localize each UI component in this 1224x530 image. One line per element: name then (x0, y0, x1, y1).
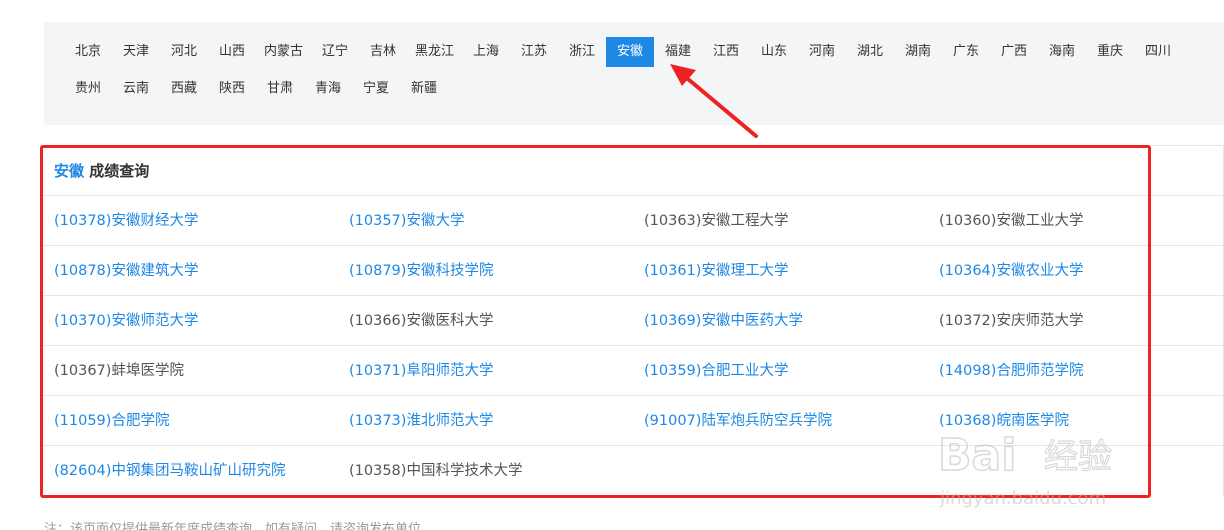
province-selector: 北京 天津 河北 山西 内蒙古 辽宁 吉林 黑龙江 上海 江苏 浙江 安徽 福建 江西 山东 河南 湖北 湖南 广东… (44, 22, 1224, 125)
university-link[interactable]: (82604)中钢集团马鞍山矿山研究院 (41, 446, 336, 496)
province-tab[interactable]: 广西 (990, 37, 1038, 67)
province-tab[interactable]: 黑龙江 (407, 37, 462, 67)
province-tab[interactable]: 天津 (112, 37, 160, 67)
university-link[interactable]: (10359)合肥工业大学 (631, 346, 926, 395)
province-tab[interactable]: 安徽 (606, 37, 655, 67)
university-link[interactable]: (10373)淮北师范大学 (336, 396, 631, 445)
province-tab[interactable]: 江苏 (510, 37, 558, 67)
university-name: (10367)蚌埠医学院 (54, 363, 184, 379)
table-row: (11059)合肥学院 (10373)淮北师范大学 (91007)陆军炮兵防空兵学院… (41, 396, 1223, 446)
province-tab[interactable]: 海南 (1038, 37, 1086, 67)
province-tab[interactable]: 广东 (942, 37, 990, 67)
selected-province-label: 安徽 (54, 162, 85, 180)
province-tab[interactable]: 浙江 (558, 37, 606, 67)
university-name: (10358)中国科学技术大学 (349, 463, 523, 479)
score-query-table: 安徽 成绩查询 (10378)安徽财经大学 (10357)安徽大学 (10363)安… (41, 145, 1224, 496)
province-tab[interactable]: 吉林 (359, 37, 407, 67)
university-link[interactable]: (10357)安徽大学 (336, 196, 631, 245)
university-link[interactable]: (14098)合肥师范学院 (926, 346, 1221, 395)
province-tab[interactable]: 上海 (462, 37, 510, 67)
province-tab[interactable]: 贵州 (64, 74, 112, 104)
university-link[interactable]: (10378)安徽财经大学 (41, 196, 336, 245)
province-tab[interactable]: 湖南 (894, 37, 942, 67)
province-tab[interactable]: 四川 (1134, 37, 1182, 67)
table-row: (10878)安徽建筑大学 (10879)安徽科技学院 (10361)安徽理工大学(… (41, 246, 1223, 296)
university-link[interactable]: (10878)安徽建筑大学 (41, 246, 336, 295)
university-name: (10363)安徽工程大学 (644, 213, 789, 229)
province-tab[interactable]: 辽宁 (311, 37, 359, 67)
table-row: (10378)安徽财经大学 (10357)安徽大学 (10363)安徽工程大学 (10… (41, 196, 1223, 246)
results-header: 安徽 成绩查询 (41, 146, 1223, 196)
footer-note: 注：该页面仅提供最新年度成绩查询，如有疑问，请咨询发布单位。 (44, 522, 435, 530)
university-link[interactable]: (10361)安徽理工大学 (631, 246, 926, 295)
annotation-arrow (670, 64, 758, 138)
university-link[interactable]: (11059)合肥学院 (41, 396, 336, 445)
university-link[interactable]: (10368)皖南医学院 (926, 396, 1221, 445)
province-tab[interactable]: 宁夏 (352, 74, 400, 104)
province-tab[interactable]: 河南 (798, 37, 846, 67)
table-row: (10367)蚌埠医学院 (10371)阜阳师范大学 (10359)合肥工业大学 (1… (41, 346, 1223, 396)
province-row-2: 贵州 云南 西藏 陕西 甘肃 青海 宁夏 新疆 (64, 74, 448, 104)
university-name: (10366)安徽医科大学 (349, 313, 494, 329)
province-tab[interactable]: 甘肃 (256, 74, 304, 104)
province-tab[interactable]: 青海 (304, 74, 352, 104)
province-tab[interactable]: 重庆 (1086, 37, 1134, 67)
table-row: (82604)中钢集团马鞍山矿山研究院 (10358)中国科学技术大学 (41, 446, 1223, 496)
university-name: (10372)安庆师范大学 (939, 313, 1084, 329)
province-row-1: 北京 天津 河北 山西 内蒙古 辽宁 吉林 黑龙江 上海 江苏 浙江 安徽 福建 江西 山东 河南 湖北 湖南 广东… (64, 37, 1182, 67)
university-link[interactable]: (10879)安徽科技学院 (336, 246, 631, 295)
province-tab[interactable]: 陕西 (208, 74, 256, 104)
university-name: (10360)安徽工业大学 (939, 213, 1084, 229)
province-tab[interactable]: 湖北 (846, 37, 894, 67)
province-tab[interactable]: 河北 (160, 37, 208, 67)
results-title: 成绩查询 (89, 162, 150, 180)
province-tab[interactable]: 新疆 (400, 74, 448, 104)
university-link[interactable]: (91007)陆军炮兵防空兵学院 (631, 396, 926, 445)
university-link[interactable]: (10369)安徽中医药大学 (631, 296, 926, 345)
university-list: (10378)安徽财经大学 (10357)安徽大学 (10363)安徽工程大学 (10… (41, 196, 1223, 496)
province-tab[interactable]: 山西 (208, 37, 256, 67)
province-tab[interactable]: 内蒙古 (256, 37, 311, 67)
province-tab[interactable]: 云南 (112, 74, 160, 104)
province-tab[interactable]: 北京 (64, 37, 112, 67)
university-link[interactable]: (10364)安徽农业大学 (926, 246, 1221, 295)
table-row: (10370)安徽师范大学 (10366)安徽医科大学 (10369)安徽中医药大学… (41, 296, 1223, 346)
university-link[interactable]: (10370)安徽师范大学 (41, 296, 336, 345)
province-tab[interactable]: 西藏 (160, 74, 208, 104)
university-link[interactable]: (10371)阜阳师范大学 (336, 346, 631, 395)
